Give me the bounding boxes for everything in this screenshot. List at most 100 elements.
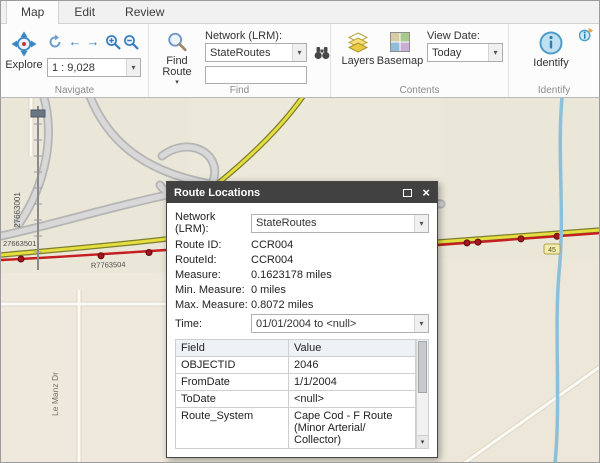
group-label-contents: Contents (331, 85, 508, 96)
find-route-button[interactable]: Find Route ▾ (157, 31, 197, 86)
min-measure-value: 0 miles (251, 284, 286, 296)
basemap-label: Basemap (377, 56, 423, 67)
layers-icon (347, 31, 369, 53)
route-search-input[interactable] (205, 66, 307, 84)
table-header-field[interactable]: Field (176, 340, 289, 357)
tab-edit[interactable]: Edit (59, 0, 110, 23)
table-row[interactable]: FromDate 1/1/2004 (176, 374, 416, 391)
identify-label: Identify (533, 58, 568, 69)
zoom-out-button[interactable] (123, 34, 139, 50)
table-row[interactable]: Route_System Cape Cod - F Route (Minor A… (176, 408, 416, 449)
map-area: 27663001 27663501 R7763504 Le Manz Dr 45… (1, 98, 600, 463)
dialog-network-label: Network (LRM): (175, 211, 251, 235)
routeid-label: RouteId: (175, 254, 251, 266)
back-arrow-icon: ← (67, 34, 83, 49)
time-dropdown[interactable]: 01/01/2004 to <null> ▾ (251, 314, 429, 333)
route-shield-label: 45 (548, 247, 556, 254)
scale-combobox[interactable]: 1 : 9,028 ▾ (47, 58, 141, 77)
find-route-icon (166, 31, 188, 53)
dialog-network-dropdown[interactable]: StateRoutes ▾ (251, 214, 429, 233)
cell-value: 1/1/2004 (289, 374, 416, 391)
cell-field: ToDate (176, 391, 289, 408)
dialog-titlebar[interactable]: Route Locations × (167, 182, 437, 203)
zoom-in-button[interactable] (105, 34, 121, 50)
cell-field: OBJECTID (176, 357, 289, 374)
basemap-button[interactable]: Basemap (377, 31, 423, 67)
route-shield: 45 (544, 244, 560, 254)
time-value: 01/01/2004 to <null> (256, 318, 356, 330)
view-date-value: Today (432, 47, 461, 59)
map-label-route-vertical: 27663001 (13, 192, 22, 228)
zoom-slider-handle[interactable] (31, 110, 45, 117)
close-icon[interactable]: × (422, 186, 430, 199)
tab-map[interactable]: Map (6, 0, 59, 24)
cell-value: 2046 (289, 357, 416, 374)
explore-label: Explore (5, 60, 42, 71)
layers-button[interactable]: Layers (339, 31, 377, 67)
identify-button[interactable]: Identify (527, 31, 575, 69)
network-lrm-label: Network (LRM): (205, 30, 282, 42)
group-label-find: Find (149, 85, 330, 96)
ribbon: Explore ← → 1 : 9,028 ▾ Navigate (1, 24, 599, 98)
max-measure-value: 0.8072 miles (251, 299, 313, 311)
forward-extent-button[interactable]: → (85, 34, 101, 50)
chevron-down-icon: ▾ (414, 315, 428, 332)
tab-review[interactable]: Review (110, 0, 179, 23)
chevron-down-icon: ▾ (414, 215, 428, 232)
table-scrollbar[interactable]: ▾ (416, 339, 429, 449)
table-row[interactable]: OBJECTID 2046 (176, 357, 416, 374)
group-find: Find Route ▾ Network (LRM): StateRoutes … (149, 24, 331, 97)
max-measure-label: Max. Measure: (175, 299, 251, 311)
group-navigate: Explore ← → 1 : 9,028 ▾ Navigate (1, 24, 149, 97)
forward-arrow-icon: → (85, 34, 101, 49)
dialog-network-value: StateRoutes (256, 217, 317, 229)
table-row[interactable]: ToDate <null> (176, 391, 416, 408)
application-window: Map Edit Review Explore ← → (0, 0, 600, 463)
identify-icon (539, 31, 563, 55)
explore-icon (11, 31, 37, 57)
chevron-down-icon: ▾ (488, 44, 502, 61)
cell-field: FromDate (176, 374, 289, 391)
view-date-label: View Date: (427, 30, 480, 42)
basemap-icon (389, 31, 411, 53)
attribute-table: Field Value OBJECTID 2046 FromDate (175, 339, 429, 449)
maximize-icon[interactable] (403, 189, 412, 197)
measure-value: 0.1623178 miles (251, 269, 332, 281)
route-id-label: Route ID: (175, 239, 251, 251)
table-header-value[interactable]: Value (289, 340, 416, 357)
find-route-label: Find Route (162, 56, 191, 78)
chevron-down-icon: ▾ (292, 44, 306, 61)
back-extent-button[interactable]: ← (67, 34, 83, 50)
cell-value: <null> (289, 391, 416, 408)
network-lrm-value: StateRoutes (210, 47, 271, 59)
dialog-title: Route Locations (174, 187, 260, 199)
scale-value: 1 : 9,028 (52, 62, 95, 74)
group-label-identify: Identify (509, 85, 599, 96)
time-label: Time: (175, 318, 251, 330)
group-contents: Layers Basemap View Date: Today ▾ Conten… (331, 24, 509, 97)
previous-extent-button[interactable] (47, 34, 63, 50)
cell-value: Cape Cod - F Route (Minor Arterial/ Coll… (289, 408, 416, 449)
map-label-street: Le Manz Dr (50, 372, 60, 416)
find-route-label-line2: Route (162, 66, 191, 78)
ribbon-tab-row: Map Edit Review (1, 1, 599, 24)
explore-button[interactable]: Explore (5, 31, 43, 71)
dialog-body: Network (LRM): StateRoutes ▾ Route ID: C… (167, 203, 437, 457)
measure-label: Measure: (175, 269, 251, 281)
chevron-down-icon: ▾ (126, 59, 140, 76)
map-label-route-horizontal: 27663501 (3, 239, 36, 248)
identify-route-icon[interactable] (579, 27, 594, 42)
layers-label: Layers (341, 56, 374, 67)
binoculars-icon[interactable] (313, 44, 331, 62)
scrollbar-thumb[interactable] (418, 341, 427, 393)
group-identify: Identify Identify (509, 24, 599, 97)
map-label-route-red: R7763504 (91, 260, 126, 270)
view-date-dropdown[interactable]: Today ▾ (427, 43, 503, 62)
route-locations-dialog: Route Locations × Network (LRM): StateRo… (166, 181, 438, 458)
cell-field: Route_System (176, 408, 289, 449)
scrollbar-down-arrow[interactable]: ▾ (417, 435, 428, 448)
network-lrm-dropdown[interactable]: StateRoutes ▾ (205, 43, 307, 62)
min-measure-label: Min. Measure: (175, 284, 251, 296)
route-id-value: CCR004 (251, 239, 293, 251)
group-label-navigate: Navigate (1, 85, 148, 96)
